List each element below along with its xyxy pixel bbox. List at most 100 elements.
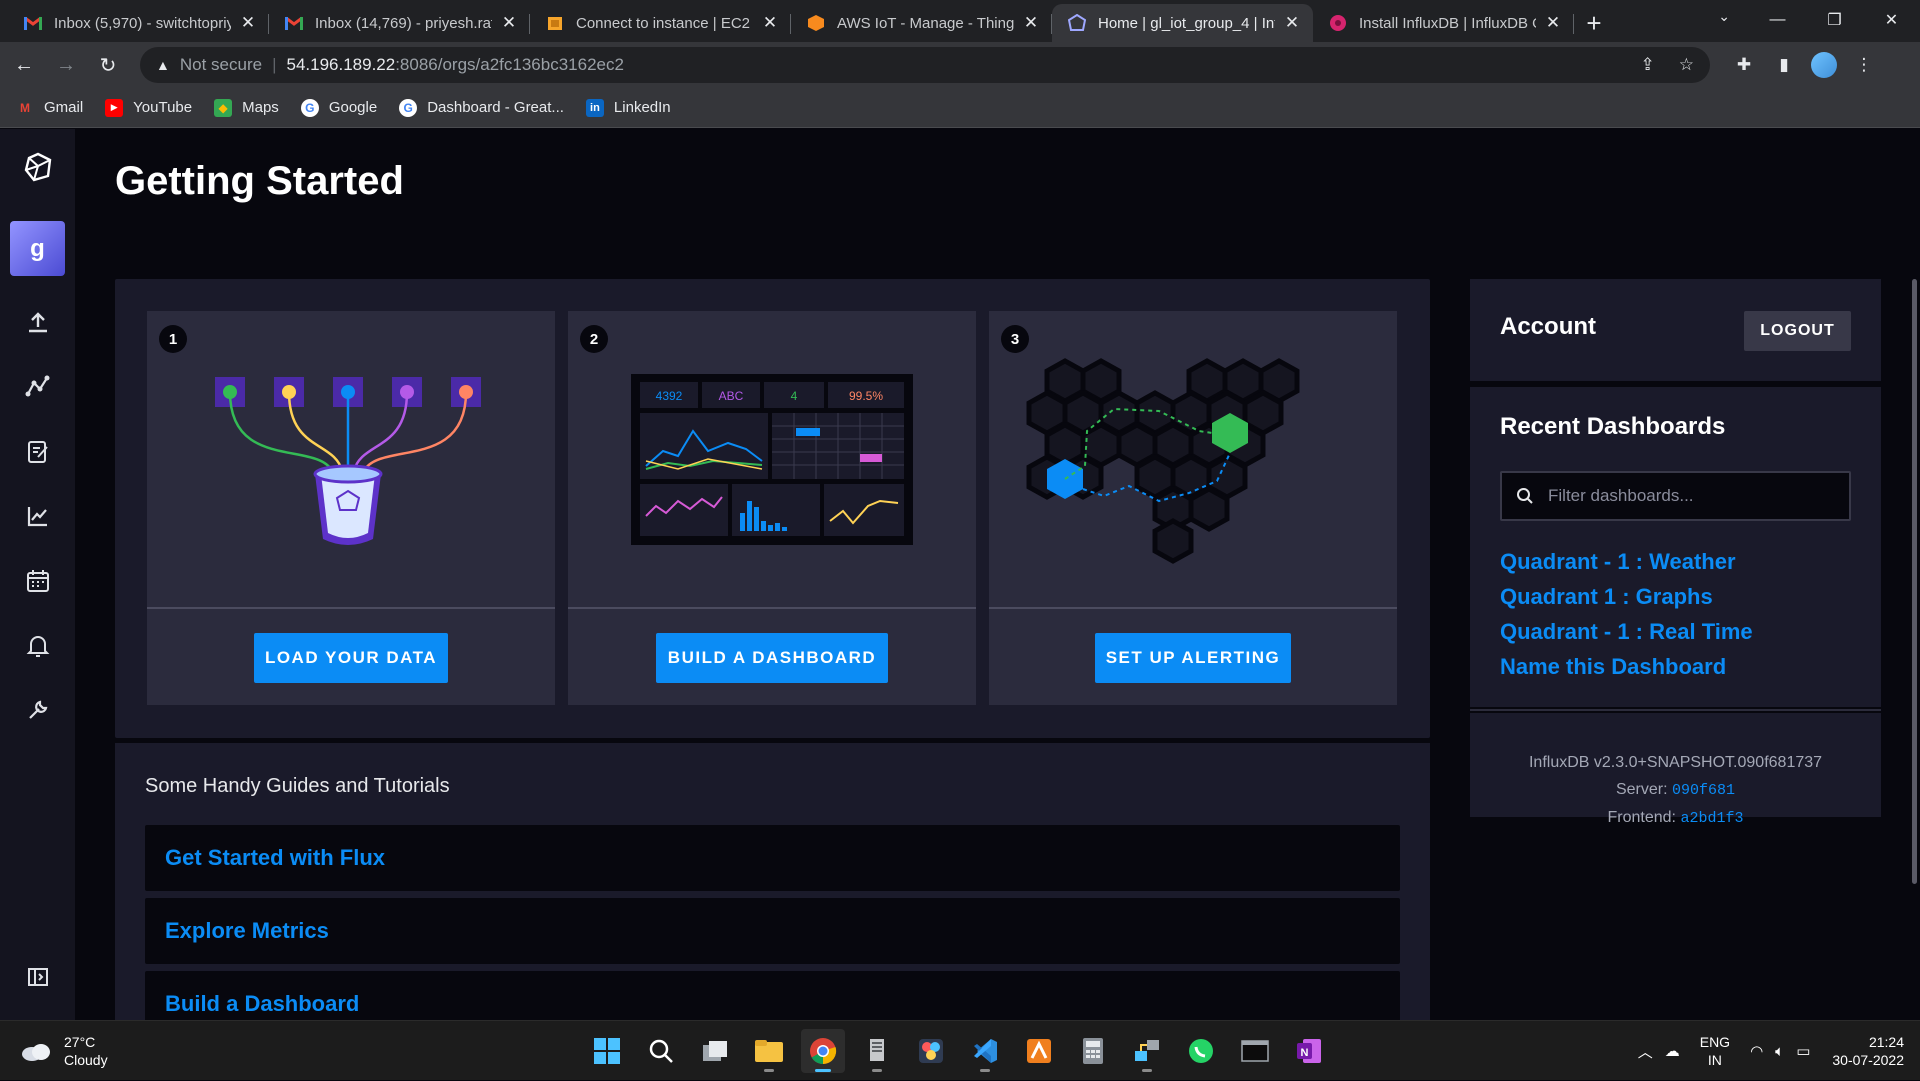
bookmarks-bar: M Gmail ▶ YouTube ◆ Maps G Google G Dashboard… — [0, 88, 1920, 128]
org-avatar[interactable]: g — [10, 221, 65, 276]
close-tab-icon[interactable]: ✕ — [239, 13, 257, 32]
set-up-alerting-button[interactable]: SET UP ALERTING — [1095, 633, 1291, 683]
new-tab-button[interactable]: + — [1574, 4, 1614, 42]
influxdb-logo-icon[interactable] — [0, 139, 75, 195]
close-tab-icon[interactable]: ✕ — [1544, 13, 1562, 32]
network-app-icon[interactable] — [1125, 1029, 1169, 1073]
load-data-illustration — [215, 377, 481, 545]
page-scrollbar[interactable] — [1912, 279, 1917, 884]
tab-title: Connect to instance | EC2 M — [576, 14, 753, 32]
url-host: 54.196.189.22 — [286, 55, 396, 74]
back-icon[interactable]: ← — [6, 47, 42, 83]
tasks-icon[interactable] — [0, 553, 75, 609]
frontend-label: Frontend: — [1607, 809, 1676, 826]
bookmark-star-icon[interactable]: ☆ — [1679, 55, 1694, 75]
reload-icon[interactable]: ↻ — [90, 47, 126, 83]
google-icon: G — [300, 98, 319, 117]
art-cell-3: 4 — [791, 389, 798, 403]
close-tab-icon[interactable]: ✕ — [761, 13, 779, 32]
start-menu-icon[interactable] — [585, 1029, 629, 1073]
tab-title: AWS IoT - Manage - Things — [837, 14, 1014, 32]
step-number: 3 — [1001, 325, 1029, 353]
guides-title: Some Handy Guides and Tutorials — [145, 775, 450, 797]
product-version: InfluxDB v2.3.0+SNAPSHOT.090f681737 — [1528, 754, 1823, 771]
photos-app-icon[interactable] — [909, 1029, 953, 1073]
svg-text:N: N — [1301, 1047, 1309, 1059]
load-data-icon[interactable] — [0, 294, 75, 350]
bookmark-gmail[interactable]: M Gmail — [16, 99, 83, 117]
load-your-data-button[interactable]: LOAD YOUR DATA — [254, 633, 448, 683]
menu-icon[interactable]: ⋮ — [1844, 47, 1884, 83]
server-app-icon[interactable] — [855, 1029, 899, 1073]
guide-get-started-flux[interactable]: Get Started with Flux — [145, 825, 1400, 891]
browser-tab[interactable]: Connect to instance | EC2 M ✕ — [530, 4, 791, 42]
guide-explore-metrics[interactable]: Explore Metrics — [145, 898, 1400, 964]
gmail-icon — [285, 14, 303, 32]
wifi-icon[interactable]: ◠ — [1750, 1042, 1763, 1060]
windows-taskbar: 27°C Cloudy N ︿ ☁ ENG IN ◠ 🔈︎ ▭ 21:24 30… — [0, 1020, 1920, 1080]
bookmark-maps[interactable]: ◆ Maps — [214, 98, 279, 117]
close-window-icon[interactable]: ✕ — [1863, 0, 1920, 40]
side-panel-icon[interactable]: ▮ — [1764, 47, 1804, 83]
bookmark-linkedin[interactable]: in LinkedIn — [585, 98, 671, 117]
browser-tab-active[interactable]: Home | gl_iot_group_4 | Infl ✕ — [1052, 4, 1313, 42]
search-icon[interactable] — [639, 1029, 683, 1073]
volume-icon[interactable]: 🔈︎ — [1775, 1043, 1784, 1060]
chrome-icon[interactable] — [801, 1029, 845, 1073]
browser-tab[interactable]: Inbox (5,970) - switchtopriy ✕ — [8, 4, 269, 42]
gmail-icon: M — [20, 100, 30, 115]
app-orange-icon[interactable] — [1017, 1029, 1061, 1073]
server-hash[interactable]: 090f681 — [1672, 782, 1735, 799]
browser-tab[interactable]: Inbox (14,769) - priyesh.rat ✕ — [269, 4, 530, 42]
close-tab-icon[interactable]: ✕ — [1022, 13, 1040, 32]
weather-widget[interactable]: 27°C Cloudy — [20, 1033, 108, 1069]
battery-icon[interactable]: ▭ — [1796, 1042, 1810, 1060]
close-tab-icon[interactable]: ✕ — [500, 13, 518, 32]
address-bar[interactable]: ▲ Not secure | 54.196.189.22:8086/orgs/a… — [140, 47, 1710, 83]
bookmark-dashboard[interactable]: G Dashboard - Great... — [399, 98, 564, 117]
settings-wrench-icon[interactable] — [0, 682, 75, 738]
browser-tab[interactable]: AWS IoT - Manage - Things ✕ — [791, 4, 1052, 42]
warning-icon[interactable]: ▲ — [156, 57, 170, 73]
calculator-icon[interactable] — [1071, 1029, 1115, 1073]
data-explorer-icon[interactable] — [0, 359, 75, 415]
file-explorer-icon[interactable] — [747, 1029, 791, 1073]
vscode-icon[interactable] — [963, 1029, 1007, 1073]
filter-dashboards-field[interactable] — [1500, 471, 1851, 521]
cloud-sync-icon[interactable]: ☁ — [1665, 1042, 1680, 1060]
dashboards-icon[interactable] — [0, 488, 75, 544]
notebooks-icon[interactable] — [0, 424, 75, 480]
google-icon: G — [399, 98, 418, 117]
whatsapp-icon[interactable] — [1179, 1029, 1223, 1073]
chevron-up-icon[interactable]: ︿ — [1638, 1041, 1653, 1062]
profile-avatar[interactable] — [1804, 47, 1844, 83]
task-view-icon[interactable] — [693, 1029, 737, 1073]
bookmark-google[interactable]: G Google — [300, 98, 377, 117]
frontend-hash[interactable]: a2bd1f3 — [1680, 810, 1743, 827]
forward-icon[interactable]: → — [48, 47, 84, 83]
tab-search-icon[interactable]: ⌄ — [1718, 8, 1730, 25]
onenote-icon[interactable]: N — [1287, 1029, 1331, 1073]
dashboard-link[interactable]: Quadrant 1 : Graphs — [1500, 584, 1713, 610]
recent-dashboards-title: Recent Dashboards — [1500, 413, 1726, 440]
logout-button[interactable]: LOGOUT — [1744, 311, 1851, 351]
alerts-bell-icon[interactable] — [0, 618, 75, 674]
collapse-nav-icon[interactable] — [0, 949, 75, 1005]
share-icon[interactable]: ⇪ — [1641, 55, 1655, 75]
dashboard-link[interactable]: Quadrant - 1 : Real Time — [1500, 619, 1753, 645]
restore-icon[interactable]: ❐ — [1806, 0, 1863, 40]
build-a-dashboard-button[interactable]: BUILD A DASHBOARD — [656, 633, 888, 683]
close-tab-icon[interactable]: ✕ — [1283, 13, 1301, 32]
dashboard-link[interactable]: Name this Dashboard — [1500, 654, 1726, 680]
language-indicator[interactable]: ENG IN — [1700, 1033, 1730, 1069]
dashboard-link[interactable]: Quadrant - 1 : Weather — [1500, 549, 1736, 575]
extensions-icon[interactable]: ✚ — [1724, 47, 1764, 83]
tab-title: Home | gl_iot_group_4 | Infl — [1098, 14, 1275, 32]
minimize-icon[interactable]: — — [1749, 0, 1806, 40]
filter-dashboards-input[interactable] — [1548, 486, 1848, 506]
page-title: Getting Started — [115, 159, 404, 203]
browser-tab[interactable]: Install InfluxDB | InfluxDB O ✕ — [1313, 4, 1574, 42]
terminal-icon[interactable] — [1233, 1029, 1277, 1073]
bookmark-youtube[interactable]: ▶ YouTube — [105, 98, 192, 117]
clock[interactable]: 21:24 30-07-2022 — [1832, 1033, 1904, 1069]
